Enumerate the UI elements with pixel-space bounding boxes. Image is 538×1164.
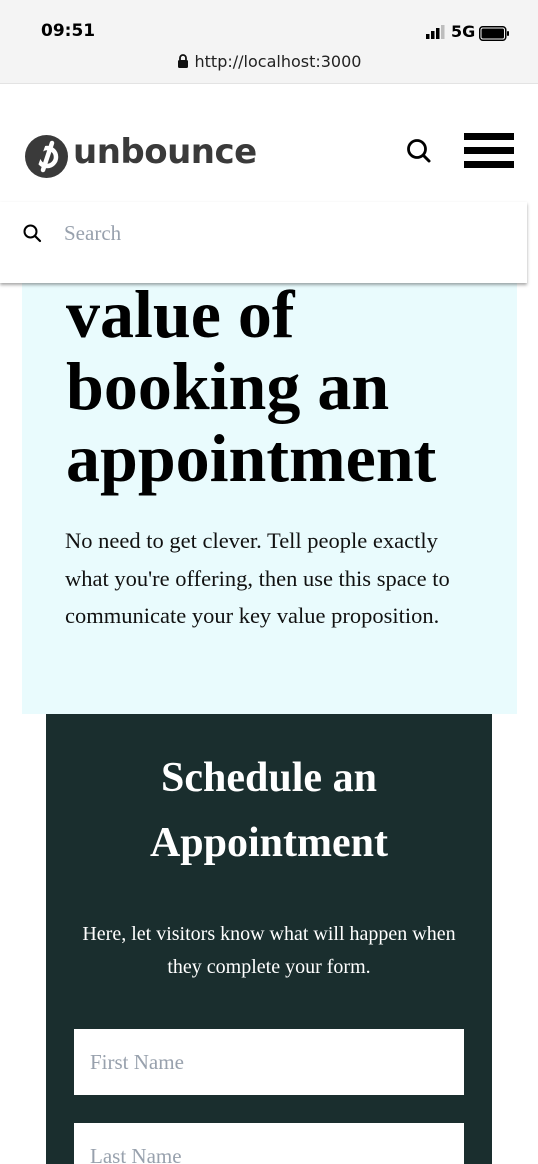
network-type: 5G bbox=[451, 22, 476, 41]
form-description: Here, let visitors know what will happen… bbox=[82, 923, 456, 978]
hero-title-line: booking an bbox=[66, 348, 390, 424]
appointment-form: Schedule an Appointment Here, let visito… bbox=[46, 714, 492, 1164]
signal-strength-icon bbox=[426, 25, 445, 39]
hero-title-line: appointment bbox=[66, 420, 437, 496]
unbounce-logo-icon[interactable] bbox=[24, 134, 69, 179]
form-title-line: Schedule an bbox=[161, 755, 377, 801]
lock-icon bbox=[177, 54, 188, 68]
hero-title: value of booking an appointment bbox=[66, 278, 506, 494]
search-icon bbox=[23, 224, 42, 243]
search-bar bbox=[0, 202, 527, 283]
hamburger-menu-icon[interactable] bbox=[464, 133, 514, 171]
search-input[interactable] bbox=[64, 216, 504, 250]
first-name-field[interactable] bbox=[74, 1029, 464, 1095]
url-text: http://localhost:3000 bbox=[194, 52, 362, 71]
status-bar: 09:51 5G http://localhost:3000 bbox=[0, 0, 538, 84]
hero-title-line: value of bbox=[66, 276, 295, 352]
last-name-field[interactable] bbox=[74, 1123, 464, 1164]
form-title: Schedule an Appointment bbox=[46, 746, 492, 876]
status-time: 09:51 bbox=[41, 21, 96, 41]
hero-section: value of booking an appointment No need … bbox=[22, 270, 517, 714]
address-bar[interactable]: http://localhost:3000 bbox=[0, 52, 538, 74]
battery-icon bbox=[479, 26, 509, 41]
form-title-line: Appointment bbox=[149, 820, 389, 866]
hero-body-text: No need to get clever. Tell people exact… bbox=[65, 528, 450, 628]
search-icon[interactable] bbox=[405, 137, 433, 165]
logo-text[interactable]: unbounce bbox=[73, 132, 257, 172]
